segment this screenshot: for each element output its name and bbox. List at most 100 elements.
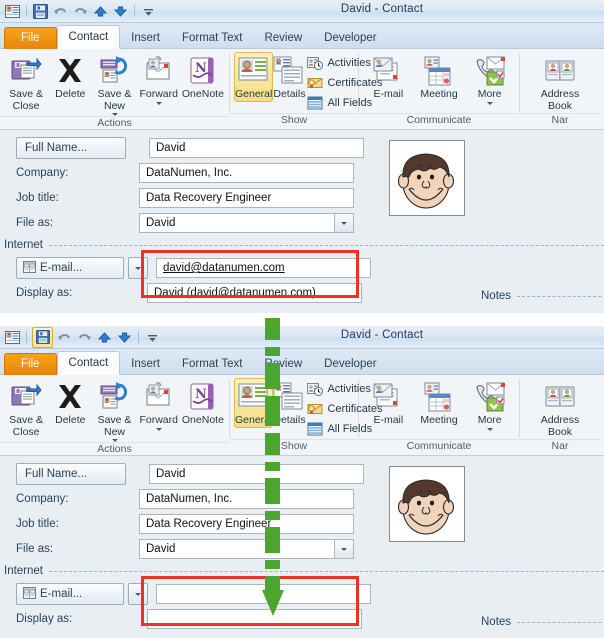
tab-insert[interactable]: Insert bbox=[120, 28, 171, 49]
address-book-button[interactable]: Address Book bbox=[530, 52, 590, 112]
save-and-close-button-2[interactable]: Save & Close bbox=[4, 378, 48, 438]
general-label: General bbox=[235, 88, 273, 100]
tab-developer-2[interactable]: Developer bbox=[313, 354, 387, 375]
title-bar: David - Contact bbox=[0, 0, 604, 23]
ribbon[interactable]: Save & Close Delete Save & New Forward N… bbox=[0, 49, 604, 130]
more-button[interactable]: More bbox=[464, 52, 515, 105]
details-button[interactable]: Details bbox=[273, 52, 305, 101]
more-icon bbox=[474, 55, 506, 87]
file-as-input[interactable]: David bbox=[139, 213, 334, 233]
full-name-input-2[interactable]: David bbox=[149, 464, 364, 484]
delete-button[interactable]: Delete bbox=[48, 52, 92, 101]
company-label-2: Company: bbox=[16, 493, 69, 505]
tab-file[interactable]: File bbox=[4, 27, 57, 49]
delete-button-2[interactable]: Delete bbox=[48, 378, 92, 427]
general-button[interactable]: General bbox=[234, 52, 274, 102]
window-title-text: David - Contact bbox=[340, 3, 424, 15]
email-icon bbox=[372, 55, 404, 87]
window-title: David - Contact bbox=[0, 3, 604, 15]
more-caret-icon-2[interactable] bbox=[486, 427, 493, 431]
display-as-input[interactable]: David (david@datanumen.com) bbox=[147, 283, 362, 303]
save-and-new-button-2[interactable]: Save & New bbox=[92, 378, 136, 442]
address-book-button-2[interactable]: Address Book bbox=[530, 378, 590, 438]
forward-button[interactable]: Forward bbox=[137, 52, 181, 105]
full-name-button-2[interactable]: Full Name... bbox=[16, 463, 126, 485]
tab-file-2[interactable]: File bbox=[4, 353, 57, 375]
more-caret-icon[interactable] bbox=[486, 101, 493, 105]
ribbon-group-communicate: E-mail Meeting More Communicate bbox=[359, 49, 519, 129]
onenote-button[interactable]: N OneNote bbox=[181, 52, 225, 101]
meeting-button-2[interactable]: Meeting bbox=[414, 378, 465, 427]
save-close-icon-2 bbox=[10, 381, 42, 413]
tab-developer[interactable]: Developer bbox=[313, 28, 387, 49]
outlook-contact-window-before: David - Contact File Contact Insert Form… bbox=[0, 0, 604, 313]
tab-review[interactable]: Review bbox=[253, 28, 313, 49]
notes-dotted-rule bbox=[517, 295, 601, 297]
job-title-input[interactable]: Data Recovery Engineer bbox=[139, 188, 354, 208]
activities-icon-2 bbox=[307, 381, 324, 397]
ribbon-tab-strip[interactable]: File Contact Insert Format Text Review D… bbox=[0, 23, 604, 49]
forward-caret-icon[interactable] bbox=[155, 101, 162, 105]
email-row-2: E-mail... bbox=[0, 583, 604, 605]
display-as-input-2[interactable] bbox=[147, 609, 362, 629]
email-dropdown-button[interactable] bbox=[128, 257, 148, 279]
all-fields-icon-2 bbox=[307, 421, 323, 437]
file-as-combo-2[interactable]: David bbox=[139, 539, 354, 559]
company-input[interactable]: DataNumen, Inc. bbox=[139, 163, 354, 183]
email-icon-2 bbox=[372, 381, 404, 413]
file-as-dropdown-icon-2[interactable] bbox=[334, 539, 354, 559]
tab-contact[interactable]: Contact bbox=[56, 25, 121, 49]
ribbon-group-label-names-2: Nar bbox=[520, 439, 600, 455]
more-icon-2 bbox=[474, 381, 506, 413]
email-ribbon-button[interactable]: E-mail bbox=[363, 52, 414, 101]
email-ribbon-button-2[interactable]: E-mail bbox=[363, 378, 414, 427]
forward-icon bbox=[143, 55, 175, 87]
email-field-button[interactable]: E-mail... bbox=[16, 257, 124, 279]
ribbon-group-label-show-2: Show bbox=[230, 439, 358, 455]
contact-photo[interactable] bbox=[389, 140, 465, 216]
full-name-button[interactable]: Full Name... bbox=[16, 137, 126, 159]
company-input-2[interactable]: DataNumen, Inc. bbox=[139, 489, 354, 509]
ribbon-2[interactable]: Save & Close Delete Save & New Forward N… bbox=[0, 375, 604, 456]
email-input[interactable]: david@datanumen.com bbox=[156, 258, 371, 278]
ribbon-group-label-communicate-2: Communicate bbox=[359, 439, 519, 455]
file-as-label: File as: bbox=[16, 217, 54, 229]
ribbon-tab-strip-2[interactable]: File Contact Insert Format Text Review D… bbox=[0, 349, 604, 375]
save-and-new-label-2: Save & New bbox=[97, 414, 132, 438]
email-field-button-2[interactable]: E-mail... bbox=[16, 583, 124, 605]
contact-photo-2[interactable] bbox=[389, 466, 465, 542]
tab-format-text[interactable]: Format Text bbox=[171, 28, 254, 49]
meeting-button[interactable]: Meeting bbox=[414, 52, 465, 101]
more-button-2[interactable]: More bbox=[464, 378, 515, 431]
email-dropdown-button-2[interactable] bbox=[128, 583, 148, 605]
more-label: More bbox=[477, 88, 502, 100]
tab-insert-2[interactable]: Insert bbox=[120, 354, 171, 375]
save-and-new-button[interactable]: Save & New bbox=[92, 52, 136, 116]
job-title-row: Job title: Data Recovery Engineer bbox=[0, 187, 604, 209]
window-title-text-2: David - Contact bbox=[340, 329, 424, 341]
notes-label-2: Notes bbox=[481, 616, 512, 628]
file-as-row-2: File as: David bbox=[0, 538, 604, 560]
forward-caret-icon-2[interactable] bbox=[155, 427, 162, 431]
tab-contact-2[interactable]: Contact bbox=[56, 351, 121, 375]
file-as-combo[interactable]: David bbox=[139, 213, 354, 233]
ribbon-group-communicate-2: E-mail Meeting More Communicate bbox=[359, 375, 519, 455]
internet-dotted-rule bbox=[49, 244, 604, 246]
details-icon bbox=[273, 55, 305, 87]
email-ribbon-label: E-mail bbox=[373, 88, 404, 100]
notes-section-2: Notes bbox=[481, 616, 601, 628]
delete-x-icon-2 bbox=[54, 381, 86, 413]
file-as-input-2[interactable]: David bbox=[139, 539, 334, 559]
full-name-input[interactable]: David bbox=[149, 138, 364, 158]
tab-format-text-2[interactable]: Format Text bbox=[171, 354, 254, 375]
onenote-label-2: OneNote bbox=[181, 414, 224, 426]
address-book-label: Address Book bbox=[540, 88, 580, 112]
job-title-label: Job title: bbox=[16, 192, 59, 204]
file-as-dropdown-icon[interactable] bbox=[334, 213, 354, 233]
job-title-input-2[interactable]: Data Recovery Engineer bbox=[139, 514, 354, 534]
company-row-2: Company: DataNumen, Inc. bbox=[0, 488, 604, 510]
forward-button-2[interactable]: Forward bbox=[137, 378, 181, 431]
onenote-button-2[interactable]: N OneNote bbox=[181, 378, 225, 427]
save-and-close-button[interactable]: Save & Close bbox=[4, 52, 48, 112]
email-ribbon-label-2: E-mail bbox=[373, 414, 404, 426]
